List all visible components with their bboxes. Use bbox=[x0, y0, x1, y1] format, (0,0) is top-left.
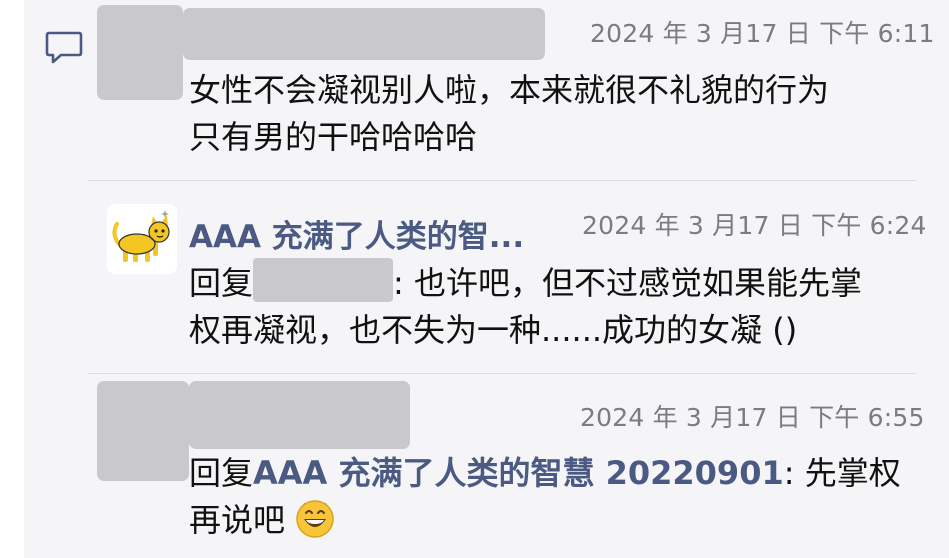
comment-line: 回复AAA 充满了人类的智慧 20220901: 先掌权 bbox=[189, 450, 901, 497]
grinning-face-emoji bbox=[296, 500, 334, 538]
comment-line: 回复 : 也许吧，但不过感觉如果能先掌 bbox=[189, 258, 862, 307]
comment-timestamp: 2024 年 3 月17 日 下午 6:24 bbox=[582, 211, 927, 240]
cat-avatar[interactable] bbox=[107, 204, 177, 274]
reply-text: : 也许吧，但不过感觉如果能先掌 bbox=[393, 264, 862, 302]
reply-text: 再说吧 bbox=[189, 501, 286, 539]
comment-body: 回复AAA 充满了人类的智慧 20220901: 先掌权 再说吧 bbox=[189, 450, 901, 544]
redacted-username bbox=[183, 8, 545, 60]
comment-bubble-icon[interactable] bbox=[45, 30, 83, 64]
redacted-avatar bbox=[97, 5, 183, 100]
cat-icon bbox=[112, 210, 170, 262]
comment-line: 女性不会凝视别人啦，本来就很不礼貌的行为 bbox=[189, 71, 830, 109]
comment-body: 女性不会凝视别人啦，本来就很不礼貌的行为 只有男的干哈哈哈哈 bbox=[189, 67, 829, 161]
comment-line: 再说吧 bbox=[189, 497, 901, 544]
comment-body: 回复 : 也许吧，但不过感觉如果能先掌 权再凝视，也不失为一种......成功的女… bbox=[189, 258, 862, 354]
redacted-username bbox=[189, 381, 410, 449]
mention-link[interactable]: AAA 充满了人类的智慧 20220901 bbox=[253, 454, 784, 492]
reply-prefix: 回复 bbox=[189, 264, 254, 302]
comment-timestamp: 2024 年 3 月17 日 下午 6:11 bbox=[590, 19, 935, 48]
reply-text: : 先掌权 bbox=[783, 454, 901, 492]
comment-line: 只有男的干哈哈哈哈 bbox=[189, 118, 478, 156]
comment-line: 权再凝视，也不失为一种......成功的女凝 () bbox=[189, 311, 798, 349]
reply-prefix: 回复 bbox=[189, 454, 254, 492]
comment-timestamp: 2024 年 3 月17 日 下午 6:55 bbox=[580, 403, 925, 432]
redacted-avatar bbox=[97, 381, 189, 481]
comment-divider bbox=[88, 373, 916, 374]
redacted-mention bbox=[253, 258, 394, 302]
comment-username[interactable]: AAA 充满了人类的智... bbox=[189, 211, 524, 256]
comment-divider bbox=[88, 180, 916, 181]
